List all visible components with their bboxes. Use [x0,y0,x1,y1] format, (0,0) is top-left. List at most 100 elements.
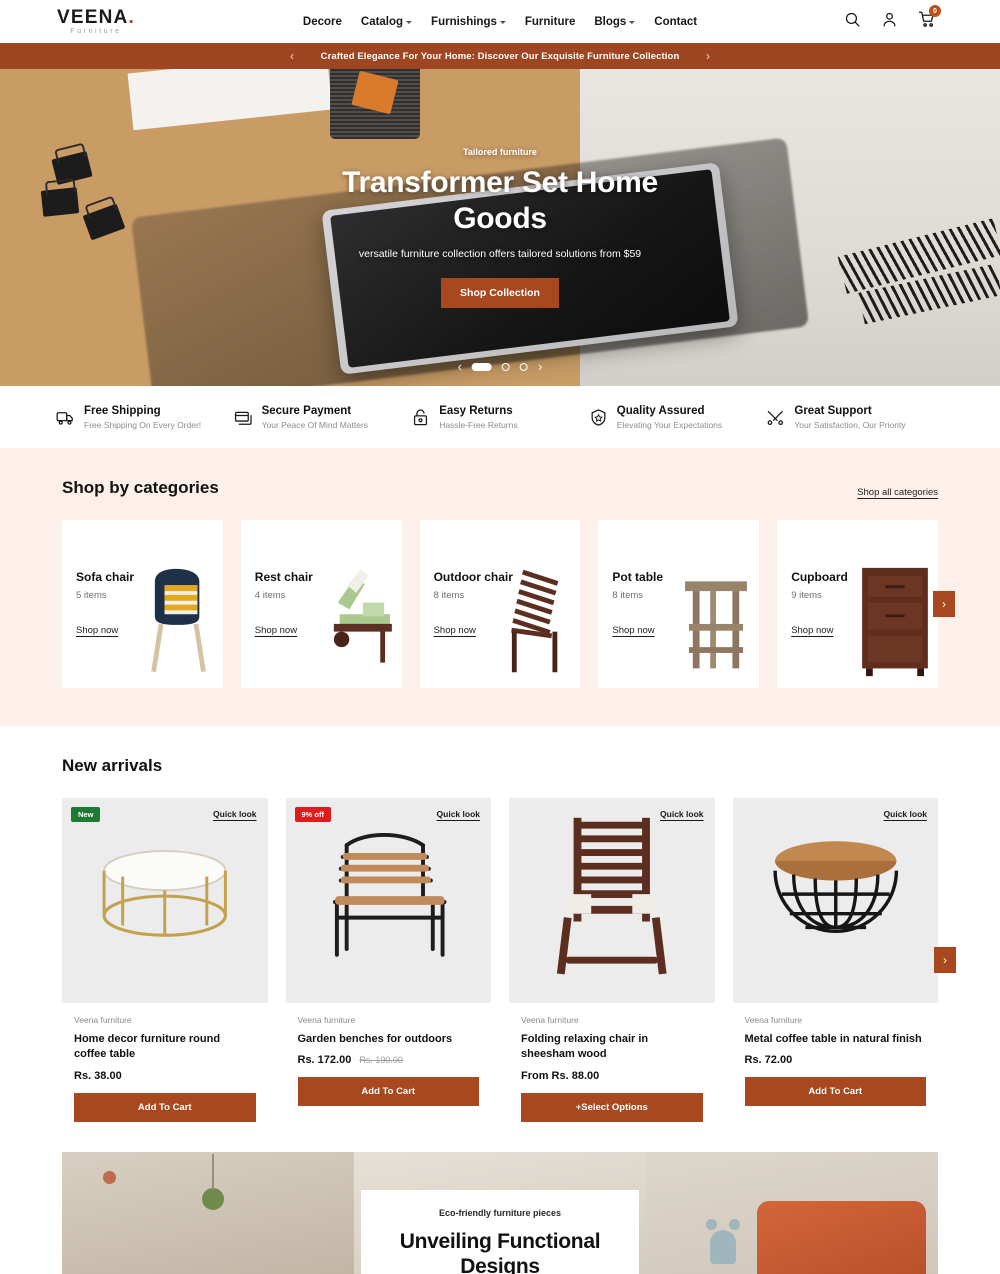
category-card-sofa-chair[interactable]: Sofa chair 5 items Shop now [62,520,223,688]
product-card[interactable]: Quick look Veena furniture Metal coffee … [732,798,939,1122]
hero-prev-button[interactable]: ‹ [458,359,462,374]
product-badge-discount: 9% off [294,807,331,822]
cart-count-badge: 0 [929,5,941,17]
shop-collection-button[interactable]: Shop Collection [441,277,559,308]
categories-carousel: Sofa chair 5 items Shop now Rest chair 4… [0,520,1000,688]
feature-subtitle: Free Shipping On Every Order! [84,420,202,431]
product-image-coffee-table [102,850,227,937]
product-image-garden-bench [332,832,446,957]
banner-eyebrow: Eco-friendly furniture pieces [438,1207,562,1218]
category-shop-now-link[interactable]: Shop now [434,625,476,636]
category-image-sofa-chair [150,568,206,673]
product-price: Rs. 38.00 [74,1070,256,1082]
nav-label: Catalog [360,15,404,28]
shop-by-categories-section: Shop by categories Shop all categories S… [0,448,1000,726]
product-image-wrapper: Quick look [509,798,715,1003]
product-card[interactable]: New Quick look Veena furniture Home deco… [62,798,268,1122]
quick-look-button[interactable]: Quick look [437,809,480,819]
nav-item-contact[interactable]: Contact [654,16,697,28]
search-icon[interactable] [844,11,861,33]
nav-label: Decore [302,15,342,28]
product-vendor: Veena furniture [521,1015,579,1025]
categories-next-button[interactable]: › [933,591,955,617]
product-image-folding-chair [556,817,667,975]
product-info: Veena furniture Garden benches for outdo… [286,1003,492,1066]
product-badge-new: New [71,807,101,822]
nav-label: Furnishings [431,15,497,28]
nav-label: Furniture [524,15,576,28]
product-price-current: Rs. 38.00 [74,1069,122,1082]
announcement-text: Crafted Elegance For Your Home: Discover… [320,50,680,62]
hero-dot-1-active[interactable] [472,362,492,371]
product-title[interactable]: Garden benches for outdoors [298,1032,480,1047]
category-shop-now-link[interactable]: Shop now [791,625,833,636]
hero-dot-2[interactable] [502,362,510,371]
nav-label: Contact [654,15,698,28]
product-title[interactable]: Folding relaxing chair in sheesham wood [521,1032,703,1063]
quick-look-button[interactable]: Quick look [884,809,927,819]
category-shop-now-link[interactable]: Shop now [255,625,297,636]
cart-icon[interactable]: 0 [918,5,941,33]
hero-carousel-controls: ‹ › [458,359,543,374]
product-info: Veena furniture Metal coffee table in na… [733,1003,939,1066]
product-price: Rs. 72.00 [745,1054,927,1066]
add-to-cart-button[interactable]: Add To Cart [74,1092,256,1122]
hero-next-button[interactable]: › [538,359,542,374]
nav-item-decore[interactable]: Decore [303,16,342,28]
announcement-next-button[interactable]: › [706,49,710,63]
banner-image-left [62,1151,354,1274]
shop-all-categories-link[interactable]: Shop all categories [857,487,938,498]
feature-title: Great Support [794,404,872,417]
product-title[interactable]: Metal coffee table in natural finish [745,1032,927,1047]
product-price: From Rs. 88.00 [521,1070,703,1082]
new-arrivals-next-button[interactable]: › [934,946,956,973]
product-card[interactable]: 9% off Quick look Veena furniture Garden… [285,798,492,1122]
quick-look-button[interactable]: Quick look [213,809,256,819]
feature-easy-returns: Easy Returns Hassle-Free Returns [411,404,589,430]
announcement-bar: ‹ Crafted Elegance For Your Home: Discov… [0,43,1000,69]
hero-eyebrow: Tailored furniture [463,147,537,158]
nav-item-blogs[interactable]: Blogs [594,16,636,28]
announcement-prev-button[interactable]: ‹ [290,49,294,63]
banner-image-right [646,1151,938,1274]
product-info: Veena furniture Home decor furniture rou… [62,1003,268,1082]
product-price-current: Rs. 172.00 [297,1054,352,1067]
category-shop-now-link[interactable]: Shop now [76,625,118,636]
hero-slider: Tailored furniture Transformer Set Home … [0,69,1000,386]
category-card-cupboard[interactable]: Cupboard 9 items Shop now [777,520,938,688]
chevron-down-icon [499,21,506,24]
product-card[interactable]: Quick look Veena furniture Folding relax… [509,798,715,1122]
category-card-rest-chair[interactable]: Rest chair 4 items Shop now [240,520,402,688]
categories-header: Shop by categories Shop all categories [0,478,1000,498]
category-card-pot-table[interactable]: Pot table 8 items Shop now [598,520,760,688]
feature-great-support: Great Support Your Satisfaction, Our Pri… [766,404,944,430]
nav-item-furniture[interactable]: Furniture [525,16,575,28]
feature-subtitle: Your Peace Of Mind Matters [261,420,369,431]
product-image-wrapper: 9% off Quick look [285,798,491,1003]
quick-look-button[interactable]: Quick look [660,809,703,819]
feature-title: Quality Assured [616,404,705,417]
nav-item-furnishings[interactable]: Furnishings [431,16,506,28]
logo[interactable]: VEENA. Furniture [57,8,135,35]
product-info: Veena furniture Folding relaxing chair i… [509,1003,715,1082]
banner-title: Unveiling Functional Designs [399,1229,601,1274]
logo-dot: . [128,7,135,28]
user-icon[interactable] [881,11,898,33]
nav-item-catalog[interactable]: Catalog [360,15,413,28]
category-card-outdoor-chair[interactable]: Outdoor chair 8 items Shop now [419,520,581,688]
card-icon [234,411,252,425]
category-image-rest-chair [333,569,392,663]
select-options-button[interactable]: +Select Options [521,1092,703,1122]
add-to-cart-button[interactable]: Add To Cart [297,1077,479,1107]
main-navigation: Decore Catalog Furnishings Furniture Blo… [303,16,697,28]
site-header: VEENA. Furniture Decore Catalog Furnishi… [0,0,1000,43]
feature-free-shipping: Free Shipping Free Shipping On Every Ord… [56,404,234,431]
hero-title: Transformer Set Home Goods [342,166,658,235]
hero-subtitle: versatile furniture collection offers ta… [358,247,642,260]
category-shop-now-link[interactable]: Shop now [612,625,654,636]
product-title[interactable]: Home decor furniture round coffee table [74,1032,256,1063]
product-image-wrapper: New Quick look [62,798,268,1003]
feature-title: Secure Payment [261,404,352,417]
add-to-cart-button[interactable]: Add To Cart [744,1077,926,1107]
hero-dot-3[interactable] [520,362,528,371]
